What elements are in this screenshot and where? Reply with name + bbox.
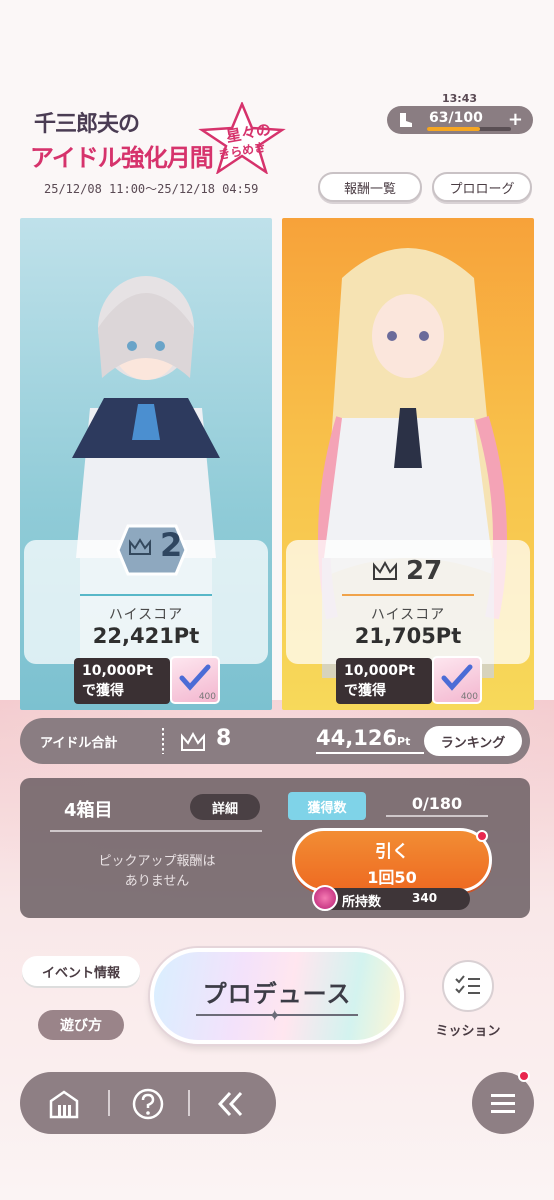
home-button[interactable] bbox=[44, 1084, 84, 1124]
help-button[interactable] bbox=[128, 1084, 168, 1124]
idol-card-right[interactable]: 27 ハイスコア 21,705Pt 10,000Pt で獲得 400 bbox=[282, 218, 534, 710]
acquire-line2-right: で獲得 bbox=[344, 683, 386, 699]
produce-button[interactable]: プロデュース ✦ bbox=[150, 948, 404, 1044]
divider-right bbox=[342, 594, 474, 596]
home-icon bbox=[49, 1090, 79, 1119]
acquired-label: 獲得数 bbox=[288, 792, 366, 820]
sparkle-icon: ✦ bbox=[268, 1006, 282, 1025]
mission-label: ミッション bbox=[435, 1024, 501, 1039]
idol-total-label: アイドル合計 bbox=[40, 736, 118, 751]
produce-label: プロデュース bbox=[202, 980, 352, 1008]
ticket-reward-left[interactable]: 400 bbox=[170, 656, 220, 704]
highscore-label-right: ハイスコア bbox=[370, 607, 446, 623]
rewards-list-button[interactable]: 報酬一覧 bbox=[318, 172, 422, 202]
ranking-button[interactable]: ランキング bbox=[424, 726, 522, 756]
ticket-count-left: 400 bbox=[198, 692, 216, 702]
no-pickup-line2: ありません bbox=[124, 874, 190, 889]
owned-value: 340 bbox=[412, 891, 438, 905]
rank-number-left: 2 bbox=[160, 526, 183, 564]
divider-left bbox=[80, 594, 212, 596]
idol-total-points: 44,126Pt bbox=[316, 726, 424, 754]
acquired-value: 0/180 bbox=[386, 794, 488, 817]
acquire-line1-right: 10,000Pt bbox=[344, 663, 415, 679]
owned-count: 所持数 340 bbox=[312, 885, 470, 911]
acquire-condition-left: 10,000Pt で獲得 bbox=[74, 658, 170, 704]
highscore-value-left: 22,421Pt bbox=[92, 624, 200, 648]
stamina-bar bbox=[427, 127, 511, 131]
event-info-button[interactable]: イベント情報 bbox=[22, 956, 140, 986]
acquire-line2-left: で獲得 bbox=[82, 683, 124, 699]
box-number: 4箱目 bbox=[64, 800, 113, 821]
dotted-separator bbox=[162, 728, 164, 754]
idol-total-rank: 8 bbox=[216, 726, 232, 751]
rank-number-right: 27 bbox=[406, 556, 443, 586]
box-underline bbox=[50, 830, 262, 832]
ticket-count-right: 400 bbox=[460, 692, 478, 702]
boot-icon bbox=[400, 113, 412, 127]
help-icon bbox=[132, 1088, 164, 1120]
menu-notification-dot bbox=[518, 1070, 530, 1082]
stamina-bar-fill bbox=[427, 127, 480, 131]
prologue-button[interactable]: プロローグ bbox=[432, 172, 532, 202]
notification-dot bbox=[476, 830, 488, 842]
stamina-gauge[interactable]: 63/100 + bbox=[387, 106, 533, 134]
detail-button[interactable]: 詳細 bbox=[190, 794, 260, 820]
highscore-value-right: 21,705Pt bbox=[354, 624, 462, 648]
ticket-reward-right[interactable]: 400 bbox=[432, 656, 482, 704]
nav-separator bbox=[188, 1090, 190, 1116]
draw-button[interactable]: 引く 1回50 bbox=[292, 828, 492, 892]
bottom-nav bbox=[20, 1072, 276, 1134]
crown-icon bbox=[373, 561, 397, 580]
highscore-label-left: ハイスコア bbox=[108, 607, 184, 623]
points-unit: Pt bbox=[397, 735, 411, 748]
event-period: 25/12/08 11:00～25/12/18 04:59 bbox=[44, 182, 259, 196]
no-pickup-line1: ピックアップ報酬は bbox=[98, 854, 216, 869]
stamina-plus-button[interactable]: + bbox=[508, 109, 523, 130]
owned-label: 所持数 bbox=[342, 895, 382, 910]
event-logo: 千三郎夫の アイドル強化月間 星々の きらめき bbox=[30, 102, 286, 176]
checklist-icon bbox=[455, 975, 480, 994]
rank-right: 27 bbox=[372, 556, 442, 586]
how-to-play-button[interactable]: 遊び方 bbox=[38, 1010, 124, 1040]
double-chevron-left-icon bbox=[217, 1091, 243, 1117]
stamina-timer: 13:43 bbox=[442, 92, 478, 105]
gem-icon bbox=[312, 885, 338, 911]
event-title-line1: 千三郎夫の bbox=[34, 111, 140, 137]
event-title-line2: アイドル強化月間 bbox=[30, 143, 214, 172]
crown-icon bbox=[181, 732, 205, 751]
mission-icon-circle bbox=[442, 960, 494, 1012]
back-button[interactable] bbox=[210, 1084, 250, 1124]
idol-total-points-value: 44,126 bbox=[316, 726, 398, 750]
draw-label: 引く bbox=[375, 842, 409, 862]
stamina-value: 63/100 bbox=[429, 110, 483, 126]
no-pickup-message: ピックアップ報酬は ありません bbox=[60, 852, 254, 892]
idol-total-bar: アイドル合計 8 44,126Pt ランキング bbox=[20, 718, 530, 764]
acquire-line1-left: 10,000Pt bbox=[82, 663, 153, 679]
hamburger-icon bbox=[491, 1094, 515, 1113]
reward-box-panel: 4箱目 詳細 獲得数 0/180 ピックアップ報酬は ありません 引く 1回50… bbox=[20, 778, 530, 918]
nav-separator bbox=[108, 1090, 110, 1116]
acquire-condition-right: 10,000Pt で獲得 bbox=[336, 658, 432, 704]
idol-card-left[interactable]: 2 ハイスコア 22,421Pt 10,000Pt で獲得 400 bbox=[20, 218, 272, 710]
mission-button[interactable]: ミッション bbox=[428, 960, 508, 1040]
